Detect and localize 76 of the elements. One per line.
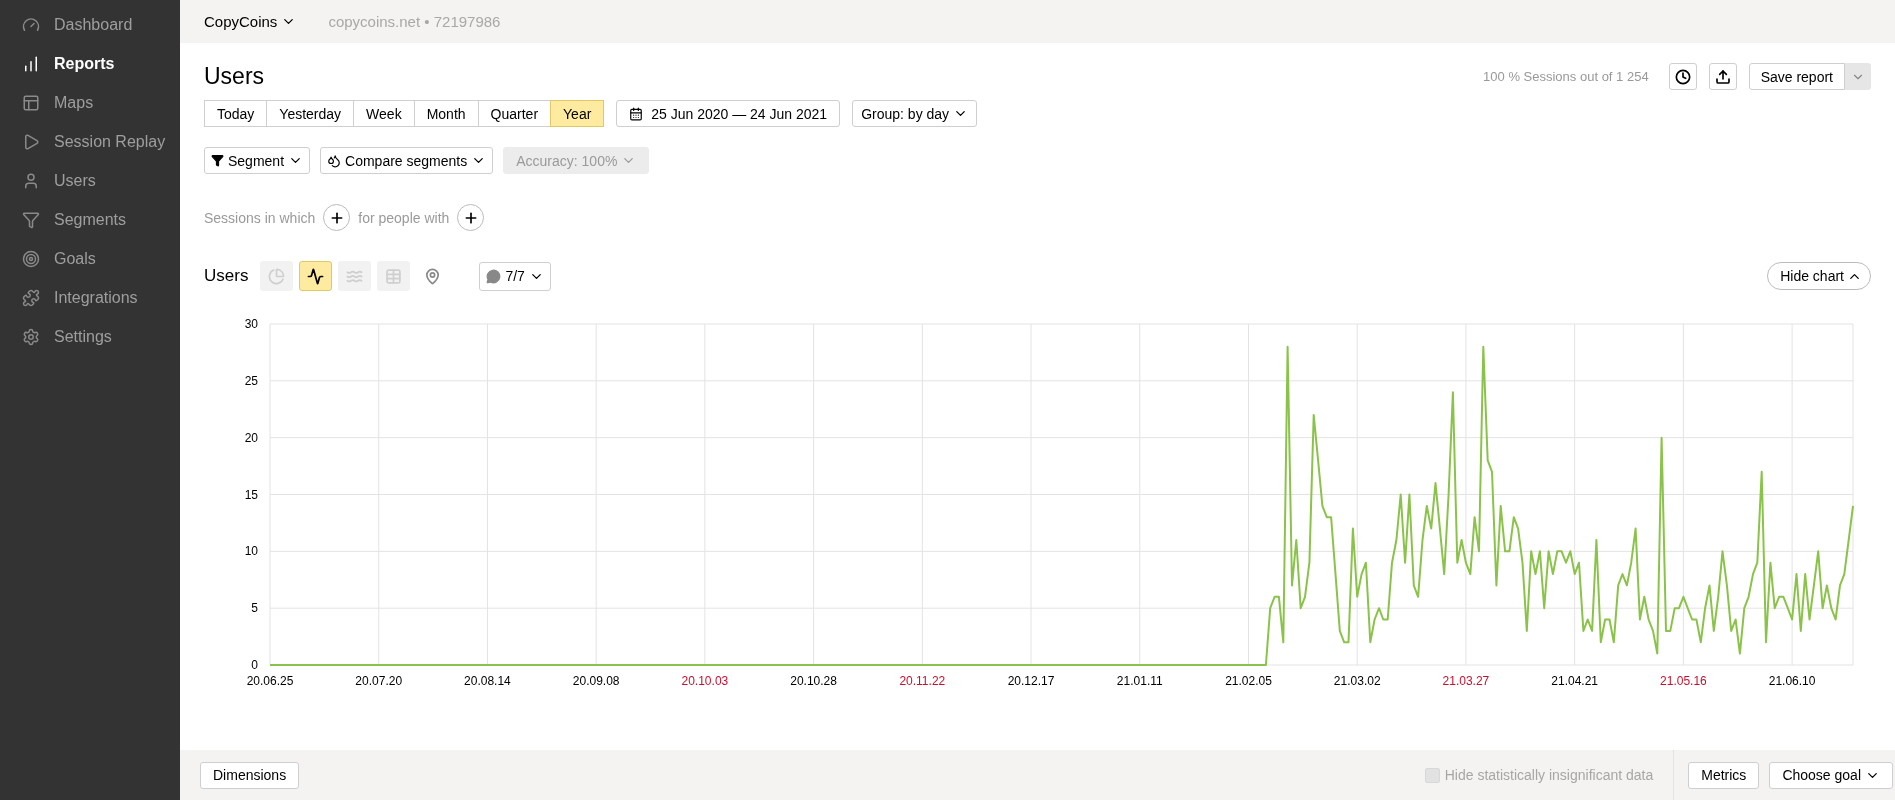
chart-title: Users — [204, 266, 249, 286]
condition-label: Sessions in which — [204, 209, 316, 226]
x-axis-label: 21.05.16 — [1660, 674, 1707, 688]
segment-dropdown[interactable]: Segment — [204, 147, 311, 174]
line-chart-icon — [307, 267, 325, 285]
period-tab[interactable]: Week — [353, 100, 415, 127]
x-axis-label: 21.03.27 — [1442, 674, 1490, 688]
layout-icon — [22, 93, 40, 112]
y-axis-label: 30 — [244, 317, 258, 331]
sidebar-item[interactable]: Reports — [0, 44, 180, 83]
sidebar-item[interactable]: Segments — [0, 200, 180, 239]
date-range-button[interactable]: 25 Jun 2020 — 24 Jun 2021 — [616, 100, 841, 127]
y-axis-label: 15 — [244, 487, 258, 502]
settings-icon — [22, 327, 40, 346]
history-button[interactable] — [1668, 63, 1697, 90]
sidebar-item[interactable]: Integrations — [0, 278, 180, 317]
target-icon — [22, 249, 40, 268]
report-title: Users — [204, 63, 265, 90]
compare-segments-dropdown[interactable]: Compare segments — [320, 147, 494, 174]
droplets-icon — [327, 153, 342, 168]
x-axis-label: 21.03.02 — [1333, 674, 1381, 688]
chart-type-button[interactable] — [299, 261, 333, 291]
x-axis-label: 20.09.08 — [572, 674, 620, 688]
filter-icon — [22, 210, 40, 229]
counter-dropdown[interactable]: CopyCoins — [204, 13, 297, 30]
dimensions-button[interactable]: Dimensions — [200, 761, 300, 789]
sidebar-item[interactable]: Users — [0, 161, 180, 200]
y-axis-label: 10 — [244, 544, 258, 559]
annotations-dropdown[interactable]: 7/7 — [479, 261, 551, 291]
x-axis-label: 20.12.17 — [1007, 674, 1055, 688]
x-axis-label: 20.07.20 — [355, 674, 403, 688]
y-axis-label: 20 — [244, 430, 258, 445]
sidebar-item[interactable]: Goals — [0, 239, 180, 278]
x-axis-label: 20.08.14 — [464, 674, 511, 688]
hide-chart-button[interactable]: Hide chart — [1767, 262, 1871, 290]
choose-goal-dropdown[interactable]: Choose goal — [1769, 761, 1893, 789]
period-tab[interactable]: Quarter — [477, 100, 552, 127]
add-condition-button[interactable] — [457, 204, 485, 231]
export-button[interactable] — [1708, 63, 1737, 90]
sidebar-item[interactable]: Dashboard — [0, 5, 180, 44]
add-condition-button[interactable] — [323, 204, 351, 231]
play-icon — [22, 132, 40, 151]
period-tab[interactable]: Today — [204, 100, 268, 127]
condition-label: for people with — [358, 209, 450, 226]
sidebar-item[interactable]: Maps — [0, 83, 180, 122]
comment-icon — [486, 268, 502, 284]
gauge-icon — [22, 15, 40, 34]
y-axis-label: 0 — [251, 658, 258, 672]
clock-icon — [1674, 68, 1691, 85]
calendar-icon — [629, 106, 644, 121]
pie-chart-icon — [268, 267, 286, 285]
x-axis-label: 21.01.11 — [1116, 674, 1163, 688]
puzzle-icon — [22, 288, 40, 307]
x-axis-label: 20.10.03 — [681, 674, 729, 688]
period-tab[interactable]: Year — [550, 100, 605, 127]
filter-icon — [211, 154, 224, 167]
group-dropdown[interactable]: Group: by day — [852, 100, 978, 127]
x-axis-label: 20.06.25 — [246, 674, 294, 688]
sidebar-item[interactable]: Settings — [0, 317, 180, 356]
upload-icon — [1714, 68, 1731, 85]
map-pin-icon — [424, 267, 442, 285]
sampling-text: 100 % Sessions out of 1 254 — [1483, 69, 1649, 84]
x-axis-label: 21.04.21 — [1551, 674, 1599, 688]
x-axis-label: 21.02.05 — [1225, 674, 1272, 688]
user-icon — [22, 171, 40, 190]
period-tab[interactable]: Yesterday — [266, 100, 355, 127]
counter-info: copycoins.net • 72197986 — [328, 13, 501, 30]
sidebar-item[interactable]: Session Replay — [0, 122, 180, 161]
x-axis-label: 20.10.28 — [790, 674, 837, 688]
save-report-button[interactable]: Save report — [1748, 63, 1845, 90]
metrics-button[interactable]: Metrics — [1688, 761, 1760, 789]
x-axis-label: 21.06.10 — [1768, 674, 1816, 688]
y-axis-label: 5 — [251, 601, 258, 616]
x-axis-label: 20.11.22 — [899, 674, 946, 688]
y-axis-label: 25 — [244, 373, 258, 388]
period-tab[interactable]: Month — [413, 100, 479, 127]
